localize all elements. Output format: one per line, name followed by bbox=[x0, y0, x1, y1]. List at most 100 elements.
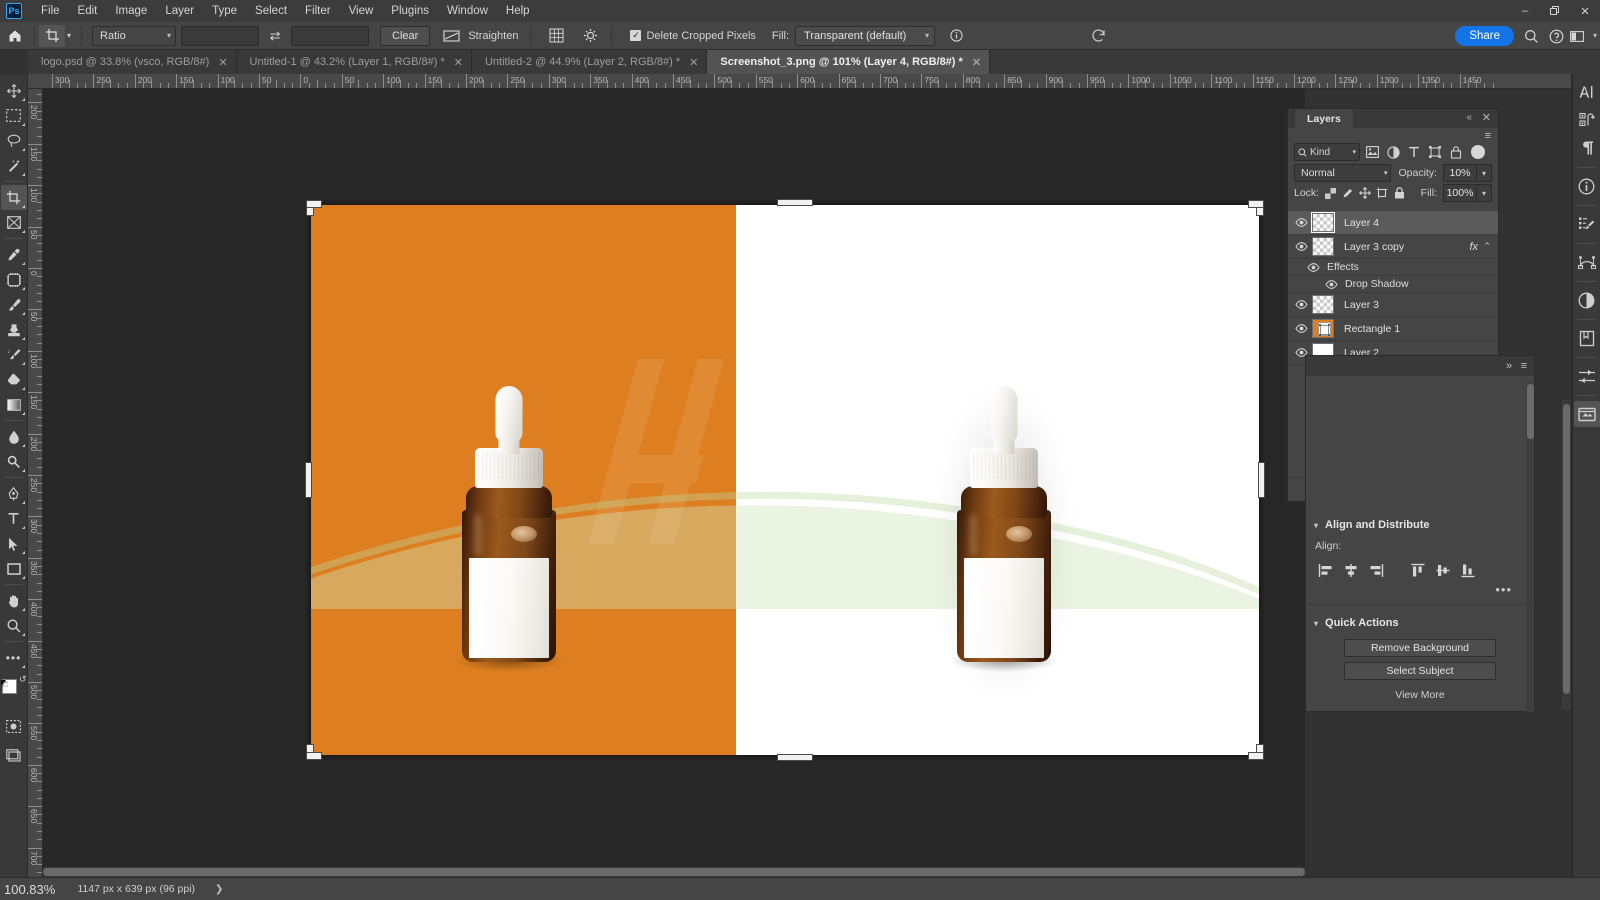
align-top-edges-icon[interactable] bbox=[1407, 560, 1429, 580]
lock-artboard-icon[interactable] bbox=[1376, 185, 1388, 201]
paths-panel-icon[interactable] bbox=[1574, 249, 1600, 275]
rectangle-tool-icon[interactable] bbox=[1, 556, 27, 581]
blur-tool-icon[interactable] bbox=[1, 424, 27, 449]
align-more-options-icon[interactable]: ••• bbox=[1306, 582, 1534, 597]
menu-item-view[interactable]: View bbox=[340, 0, 383, 22]
filter-kind-select[interactable]: Kind ▾ bbox=[1294, 143, 1360, 161]
crop-handle-top-left-b[interactable] bbox=[306, 200, 322, 208]
pen-tool-icon[interactable] bbox=[1, 481, 27, 506]
path-selection-tool-icon[interactable] bbox=[1, 531, 27, 556]
rectangular-marquee-tool-icon[interactable] bbox=[1, 103, 27, 128]
crop-tool-icon[interactable] bbox=[39, 24, 65, 47]
share-button[interactable]: Share bbox=[1455, 26, 1514, 46]
align-and-distribute-section-header[interactable]: ▾ Align and Distribute bbox=[1306, 514, 1534, 536]
crop-handle-right-middle[interactable] bbox=[1258, 462, 1265, 498]
visibility-eye-icon[interactable] bbox=[1292, 324, 1310, 333]
layer-row[interactable]: Layer 3 bbox=[1288, 293, 1498, 317]
fill-select[interactable]: Transparent (default) ▾ bbox=[795, 25, 936, 46]
crop-handle-top-right-b[interactable] bbox=[1248, 200, 1264, 208]
edit-toolbar-button-icon[interactable]: ••• bbox=[1, 645, 27, 670]
grid-overlay-icon[interactable] bbox=[543, 25, 569, 47]
brush-tool-icon[interactable] bbox=[1, 292, 27, 317]
layer-effects-group[interactable]: Effects bbox=[1288, 259, 1498, 276]
workspace-caret-icon[interactable]: ▾ bbox=[1593, 31, 1597, 40]
align-right-edges-icon[interactable] bbox=[1365, 560, 1387, 580]
view-more-link[interactable]: View More bbox=[1306, 689, 1534, 701]
crop-handle-bottom-right-b[interactable] bbox=[1248, 752, 1264, 760]
crop-ratio-select[interactable]: Ratio ▾ bbox=[92, 25, 177, 46]
info-icon[interactable] bbox=[943, 25, 969, 47]
status-expand-arrow-icon[interactable]: ❯ bbox=[215, 884, 223, 895]
crop-handle-bottom-center[interactable] bbox=[777, 754, 813, 761]
close-tab-icon[interactable]: ✕ bbox=[972, 56, 981, 69]
default-colors-icon[interactable] bbox=[0, 674, 8, 688]
swap-arrows-icon[interactable]: ⇄ bbox=[264, 28, 286, 44]
remove-background-button[interactable]: Remove Background bbox=[1344, 639, 1496, 657]
close-tab-icon[interactable]: ✕ bbox=[689, 56, 698, 69]
scrollbar-thumb[interactable] bbox=[1527, 384, 1534, 439]
restore-button[interactable] bbox=[1540, 0, 1570, 22]
home-icon[interactable] bbox=[0, 29, 30, 43]
opacity-caret-icon[interactable]: ▾ bbox=[1477, 164, 1492, 182]
tool-preset-caret-icon[interactable]: ▾ bbox=[67, 31, 71, 40]
menu-item-layer[interactable]: Layer bbox=[156, 0, 203, 22]
zoom-level-value[interactable]: 100.83% bbox=[4, 882, 55, 897]
properties-panel-menu-icon[interactable]: ≡ bbox=[1521, 360, 1527, 372]
layer-effect-item[interactable]: Drop Shadow bbox=[1288, 276, 1498, 293]
workspace-icon[interactable] bbox=[1566, 25, 1588, 47]
properties-panel-icon[interactable] bbox=[1574, 363, 1600, 389]
document-tab-2[interactable]: Untitled-2 @ 44.9% (Layer 2, RGB/8#) * ✕ bbox=[471, 50, 708, 74]
canvas-vertical-scrollbar[interactable] bbox=[1562, 400, 1571, 710]
gradient-tool-icon[interactable] bbox=[1, 392, 27, 417]
character-panel-icon[interactable] bbox=[1574, 79, 1600, 105]
hand-tool-icon[interactable] bbox=[1, 588, 27, 613]
scrollbar-thumb[interactable] bbox=[1563, 404, 1570, 694]
document-tab-0[interactable]: logo.psd @ 33.8% (vsco, RGB/8#) ✕ bbox=[28, 50, 237, 74]
tab-layers[interactable]: Layers bbox=[1295, 109, 1353, 128]
smart-object-filter-icon[interactable] bbox=[1447, 143, 1465, 161]
close-tab-icon[interactable]: ✕ bbox=[454, 56, 463, 69]
align-left-edges-icon[interactable] bbox=[1315, 560, 1337, 580]
canvas-horizontal-scrollbar[interactable] bbox=[43, 867, 1305, 877]
document-canvas[interactable] bbox=[305, 199, 1265, 761]
quick-mask-icon[interactable] bbox=[1, 714, 27, 739]
lock-position-icon[interactable] bbox=[1359, 185, 1371, 201]
delete-cropped-pixels-checkbox[interactable]: ✓ bbox=[630, 30, 642, 41]
layer-row[interactable]: Layer 3 copy fx ⌃ bbox=[1288, 235, 1498, 259]
layer-thumbnail[interactable] bbox=[1312, 295, 1334, 314]
adjustment-layer-filter-icon[interactable] bbox=[1384, 143, 1402, 161]
layer-thumbnail[interactable] bbox=[1312, 237, 1334, 256]
visibility-eye-icon[interactable] bbox=[1292, 242, 1310, 251]
brush-settings-panel-icon[interactable] bbox=[1574, 211, 1600, 237]
reset-icon[interactable] bbox=[1085, 25, 1111, 47]
clone-stamp-tool-icon[interactable] bbox=[1, 317, 27, 342]
libraries-panel-icon[interactable] bbox=[1574, 325, 1600, 351]
crop-handle-top-center[interactable] bbox=[777, 199, 813, 206]
layer-thumbnail[interactable] bbox=[1311, 212, 1335, 233]
document-tab-1[interactable]: Untitled-1 @ 43.2% (Layer 1, RGB/8#) * ✕ bbox=[236, 50, 472, 74]
close-button[interactable]: ✕ bbox=[1570, 0, 1600, 22]
layer-row[interactable]: Layer 4 bbox=[1288, 211, 1498, 235]
menu-item-plugins[interactable]: Plugins bbox=[382, 0, 438, 22]
collapse-panel-icon[interactable]: « bbox=[1466, 112, 1472, 123]
menu-item-window[interactable]: Window bbox=[438, 0, 497, 22]
close-tab-icon[interactable]: ✕ bbox=[218, 56, 227, 69]
screen-mode-icon[interactable] bbox=[1, 743, 27, 768]
zoom-tool-icon[interactable] bbox=[1, 613, 27, 638]
layer-thumbnail[interactable] bbox=[1312, 319, 1334, 338]
document-tab-3[interactable]: Screenshot_3.png @ 101% (Layer 4, RGB/8#… bbox=[707, 50, 991, 74]
search-icon[interactable] bbox=[1520, 25, 1542, 47]
blend-mode-select[interactable]: Normal ▾ bbox=[1294, 164, 1392, 182]
lock-image-pixels-icon[interactable] bbox=[1341, 185, 1353, 201]
straighten-icon[interactable] bbox=[438, 25, 464, 47]
align-horizontal-centers-icon[interactable] bbox=[1340, 560, 1362, 580]
adjustments-panel-icon[interactable] bbox=[1574, 287, 1600, 313]
lock-all-icon[interactable] bbox=[1393, 185, 1405, 201]
filter-enable-toggle[interactable] bbox=[1471, 145, 1485, 159]
visibility-eye-icon[interactable] bbox=[1292, 218, 1310, 227]
layer-effects-fx-icon[interactable]: fx bbox=[1469, 241, 1478, 253]
canvas-area[interactable] bbox=[43, 89, 1305, 877]
lasso-tool-icon[interactable] bbox=[1, 128, 27, 153]
select-subject-button[interactable]: Select Subject bbox=[1344, 662, 1496, 680]
crop-handle-bottom-left-b[interactable] bbox=[306, 752, 322, 760]
